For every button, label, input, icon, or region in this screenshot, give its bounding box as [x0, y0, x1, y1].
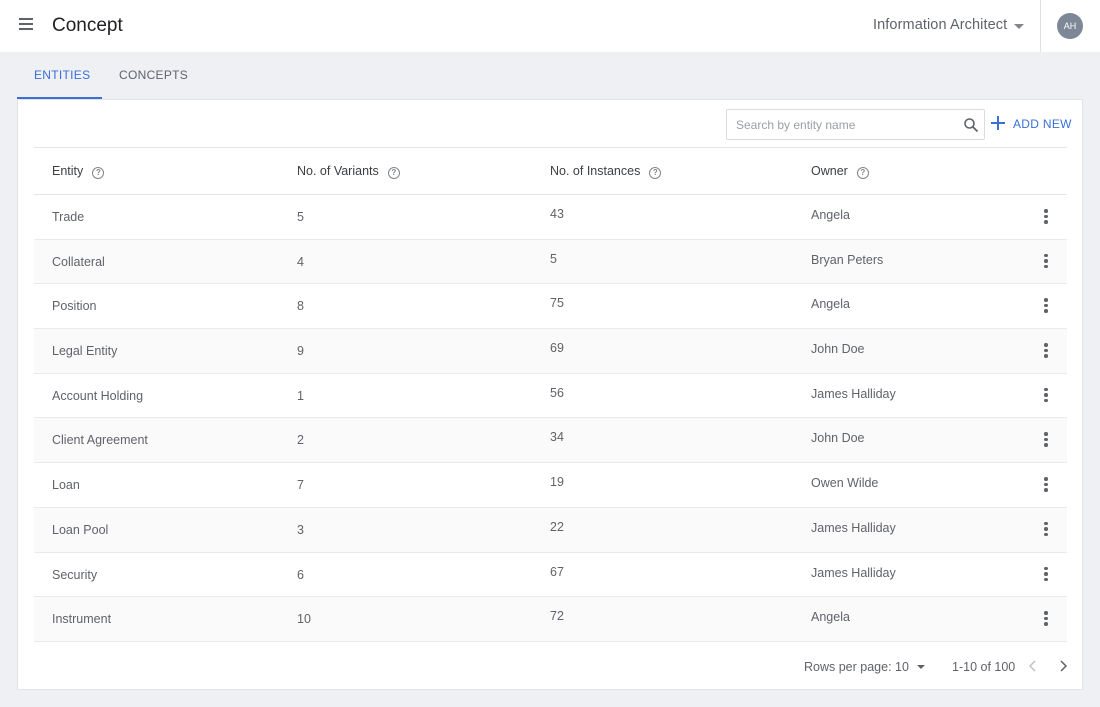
cell-instances: 75 [550, 296, 564, 311]
cell-entity: Trade [52, 210, 85, 224]
dropdown-caret-icon[interactable] [917, 665, 925, 669]
cell-variants: 4 [297, 254, 304, 269]
page-title: Concept [52, 15, 123, 36]
more-vert-icon[interactable] [1043, 387, 1049, 404]
table-header: Entity? No. of Variants? No. of Instance… [34, 147, 1067, 195]
cell-instances: 34 [550, 430, 564, 445]
search-placeholder: Search by entity name [736, 118, 856, 132]
cell-entity: Client Agreement [52, 433, 148, 448]
menu-icon[interactable] [17, 18, 35, 34]
entities-table: Entity? No. of Variants? No. of Instance… [34, 147, 1067, 642]
cell-owner: Angela [811, 208, 850, 222]
cell-variants: 2 [297, 433, 304, 448]
help-icon[interactable]: ? [856, 167, 869, 179]
more-vert-icon[interactable] [1043, 253, 1049, 270]
search-input[interactable]: Search by entity name [726, 109, 985, 140]
cell-owner: John Doe [811, 342, 865, 357]
cell-instances: 22 [550, 519, 564, 534]
table-row[interactable]: Trade 5 43 Angela [34, 195, 1067, 240]
more-vert-icon[interactable] [1043, 477, 1049, 493]
more-vert-icon[interactable] [1043, 298, 1049, 314]
column-header-instances[interactable]: No. of Instances? [550, 164, 662, 179]
cell-entity: Account Holding [52, 388, 144, 403]
cell-instances: 5 [550, 251, 557, 266]
table-pagination: Rows per page: 10 1-10 of 100 [18, 645, 1084, 689]
table-row[interactable]: Instrument 10 72 Angela [34, 597, 1067, 642]
table-row[interactable]: Client Agreement 2 34 John Doe [34, 418, 1067, 464]
more-vert-icon[interactable] [1043, 611, 1049, 627]
cell-instances: 56 [550, 385, 564, 400]
cell-owner: John Doe [811, 431, 865, 446]
table-row[interactable]: Legal Entity 9 69 John Doe [34, 329, 1067, 374]
cell-owner: Angela [811, 610, 850, 625]
cell-entity: Instrument [52, 612, 112, 627]
entities-card: Search by entity name ADD NEW Entity? No… [17, 99, 1083, 690]
cell-entity: Position [52, 299, 97, 314]
rows-per-page-label: Rows per page: [804, 660, 892, 674]
column-header-variants[interactable]: No. of Variants? [297, 164, 400, 179]
more-vert-icon[interactable] [1043, 343, 1049, 359]
cell-variants: 3 [297, 522, 304, 537]
cell-variants: 9 [297, 344, 304, 359]
table-body: Trade 5 43 Angela Collateral 4 5 Bryan P… [34, 195, 1067, 642]
table-row[interactable]: Position 8 75 Angela [34, 284, 1067, 330]
cell-owner: Bryan Peters [811, 252, 884, 267]
cell-entity: Legal Entity [52, 344, 118, 359]
cell-owner: James Halliday [811, 520, 896, 535]
cell-variants: 5 [297, 210, 304, 224]
add-new-label: ADD NEW [1013, 117, 1072, 131]
table-row[interactable]: Account Holding 1 56 James Halliday [34, 374, 1067, 419]
tab-concepts[interactable]: CONCEPTS [119, 68, 188, 82]
cell-entity: Loan Pool [52, 522, 109, 537]
page-range: 1-10 of 100 [952, 660, 1016, 674]
search-icon[interactable] [963, 117, 979, 133]
cell-entity: Collateral [52, 254, 105, 269]
column-header-entity[interactable]: Entity? [52, 164, 105, 179]
cell-variants: 1 [297, 388, 304, 403]
cell-instances: 67 [550, 564, 564, 579]
rows-per-page-select[interactable]: 10 [895, 660, 909, 674]
cell-owner: James Halliday [811, 565, 896, 580]
table-row[interactable]: Loan Pool 3 22 James Halliday [34, 507, 1067, 553]
cell-instances: 19 [550, 475, 564, 490]
cell-owner: Angela [811, 297, 850, 312]
cell-variants: 6 [297, 567, 304, 582]
help-icon[interactable]: ? [649, 167, 662, 179]
dropdown-caret-icon[interactable] [1014, 24, 1024, 29]
top-app-bar: Concept Information Architect AH [0, 0, 1100, 52]
table-row[interactable]: Loan 7 19 Owen Wilde [34, 463, 1067, 508]
table-row[interactable]: Collateral 4 5 Bryan Peters [34, 239, 1067, 285]
more-vert-icon[interactable] [1043, 209, 1049, 225]
cell-owner: Owen Wilde [811, 476, 879, 491]
more-vert-icon[interactable] [1043, 521, 1049, 538]
chevron-right-icon[interactable] [1056, 659, 1070, 673]
more-vert-icon[interactable] [1043, 432, 1049, 448]
divider [1040, 0, 1041, 52]
help-icon[interactable]: ? [92, 167, 105, 179]
cell-entity: Security [52, 567, 98, 582]
help-icon[interactable]: ? [387, 167, 400, 179]
cell-instances: 43 [550, 207, 564, 221]
table-row[interactable]: Security 6 67 James Halliday [34, 553, 1067, 598]
plus-icon [991, 116, 1005, 130]
avatar[interactable]: AH [1057, 13, 1083, 39]
cell-owner: James Halliday [811, 386, 896, 401]
cell-entity: Loan [52, 478, 80, 493]
role-dropdown[interactable]: Information Architect [873, 17, 1007, 33]
cell-variants: 8 [297, 299, 304, 314]
column-header-owner[interactable]: Owner? [811, 164, 869, 179]
more-vert-icon[interactable] [1043, 566, 1049, 583]
chevron-left-icon[interactable] [1026, 659, 1040, 673]
tab-entities[interactable]: ENTITIES [34, 68, 90, 82]
cell-variants: 10 [297, 612, 311, 627]
cell-variants: 7 [297, 478, 304, 493]
cell-instances: 72 [550, 609, 564, 624]
cell-instances: 69 [550, 341, 564, 356]
